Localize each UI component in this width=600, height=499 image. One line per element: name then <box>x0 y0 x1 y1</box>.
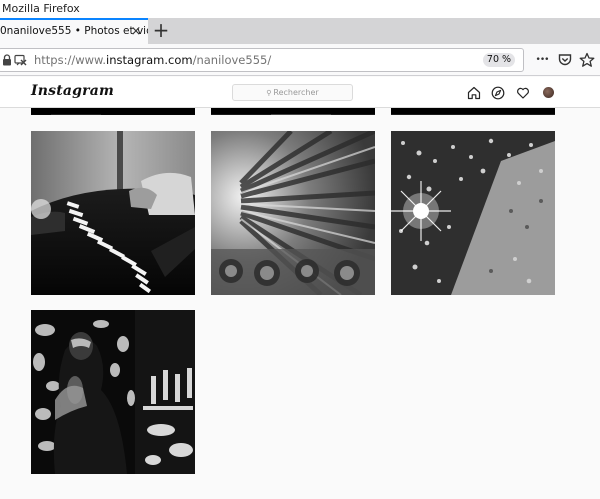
url-bar[interactable]: https://www.instagram.com/nanilove555/ 7… <box>0 48 524 72</box>
post-partial-1[interactable] <box>31 107 195 115</box>
profile-avatar[interactable] <box>543 87 554 98</box>
explore-compass-icon[interactable] <box>491 86 505 100</box>
pocket-icon[interactable] <box>557 52 573 68</box>
home-icon[interactable] <box>467 86 481 100</box>
search-placeholder: Rechercher <box>273 88 319 97</box>
window-titlebar: Mozilla Firefox <box>0 0 600 18</box>
post-partial-2-image <box>211 114 375 115</box>
new-tab-button[interactable]: + <box>150 18 172 44</box>
tab-title: 0nanilove555 • Photos et vidé <box>0 25 148 37</box>
tab-close-icon[interactable]: × <box>128 24 144 40</box>
search-icon: ⚲ <box>266 89 272 97</box>
post-partial-3[interactable] <box>391 107 555 115</box>
navigation-toolbar: https://www.instagram.com/nanilove555/ 7… <box>0 44 600 76</box>
window-title: Mozilla Firefox <box>2 2 80 15</box>
instagram-logo[interactable]: Instagram <box>31 83 114 99</box>
tab-active[interactable]: 0nanilove555 • Photos et vidé × <box>0 18 148 44</box>
search-input[interactable]: ⚲ Rechercher <box>232 84 353 101</box>
url-text[interactable]: https://www.instagram.com/nanilove555/ <box>34 49 271 71</box>
post-water-sun[interactable] <box>391 131 555 295</box>
url-prefix: https://www. <box>34 53 107 67</box>
post-portrait-shadows[interactable] <box>31 310 195 474</box>
post-partial-2[interactable] <box>211 107 375 115</box>
post-curtain-light-image <box>211 131 375 295</box>
lock-icon[interactable] <box>2 54 12 66</box>
post-curtain-light[interactable] <box>211 131 375 295</box>
post-water-sun-image <box>391 131 555 295</box>
post-portrait-shadows-image <box>31 310 195 474</box>
post-partial-1-image <box>31 114 195 115</box>
activity-heart-icon[interactable] <box>516 86 530 100</box>
bookmark-star-icon[interactable] <box>579 52 595 68</box>
page-actions-menu-icon[interactable]: ••• <box>534 52 550 68</box>
zoom-level-badge[interactable]: 70 % <box>483 53 515 67</box>
post-bed-light[interactable] <box>31 131 195 295</box>
url-domain: instagram.com <box>106 53 193 67</box>
web-page: Instagram ⚲ Rechercher <box>0 77 600 499</box>
post-partial-3-image <box>391 114 555 115</box>
permissions-icon[interactable] <box>14 54 27 67</box>
tab-strip: 0nanilove555 • Photos et vidé × + <box>0 18 600 44</box>
instagram-header: Instagram ⚲ Rechercher <box>0 77 600 108</box>
post-bed-light-image <box>31 131 195 295</box>
url-path: /nanilove555/ <box>192 53 272 67</box>
